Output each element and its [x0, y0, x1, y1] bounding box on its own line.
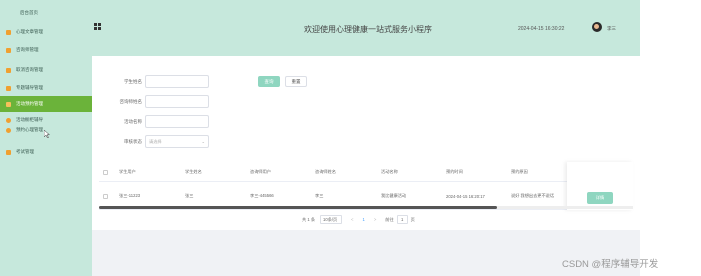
avatar[interactable]	[592, 22, 602, 32]
activity-name-input[interactable]	[145, 115, 209, 128]
mouse-cursor-icon	[44, 130, 50, 138]
student-name-input[interactable]	[145, 75, 209, 88]
menu-grid-icon[interactable]	[94, 23, 101, 30]
current-datetime: 2024-04-15 16:30:22	[518, 26, 565, 32]
column-header: 学生用户	[119, 169, 136, 174]
consultant-name-label: 咨询师姓名	[119, 99, 143, 104]
sidebar-item-exams[interactable]: 考试管理	[0, 144, 92, 160]
topic-icon	[6, 85, 11, 91]
select-all-checkbox[interactable]	[103, 162, 108, 182]
sidebar-item-label: 专题辅导管理	[16, 85, 43, 90]
scrollbar-thumb[interactable]	[99, 206, 497, 209]
sidebar-item-label: 活动预约管理	[16, 101, 43, 106]
sidebar-home[interactable]: 后台首页	[20, 10, 38, 16]
prev-page-button[interactable]: <	[351, 217, 353, 222]
jump-label: 前往	[385, 216, 394, 222]
chevron-down-icon: ⌄	[201, 139, 205, 144]
column-header: 咨询师姓名	[315, 169, 336, 174]
content-card: 学生姓名 咨询师姓名 活动名称 审核状态 请选择 ⌄ 查询 重置 学生用户 学生…	[92, 56, 640, 230]
pagination: 共 1 条 10条/页 < 1 > 前往 1 页	[302, 215, 415, 224]
pager-total: 共 1 条	[302, 216, 316, 222]
sidebar-item-cancel-consult[interactable]: 取消咨询管理	[0, 62, 92, 78]
consultant-icon	[6, 47, 11, 53]
page-size-select[interactable]: 10条/页	[320, 215, 343, 224]
sidebar: 后台首页 心理文章管理 咨询师管理 取消咨询管理 专题辅导管理 活动预约管理 活…	[0, 0, 92, 276]
cancel-icon	[6, 67, 11, 73]
column-header: 预约原因	[511, 169, 528, 174]
jump-page-input[interactable]: 1	[396, 215, 408, 224]
sidebar-item-consultants[interactable]: 咨询师管理	[0, 42, 92, 58]
horizontal-scrollbar[interactable]	[99, 206, 633, 209]
consultant-name-input[interactable]	[145, 95, 209, 108]
sidebar-item-label: 咨询师管理	[16, 47, 39, 52]
sidebar-item-topics[interactable]: 专题辅导管理	[0, 80, 92, 96]
app-frame: 后台首页 心理文章管理 咨询师管理 取消咨询管理 专题辅导管理 活动预约管理 活…	[0, 0, 640, 276]
sidebar-subitem-activity[interactable]: 活动橱柜辅导	[6, 117, 43, 123]
current-page-number[interactable]: 1	[362, 217, 364, 222]
student-name-label: 学生姓名	[124, 79, 142, 84]
table-header-row: 学生用户 学生姓名 咨询师用户 咨询师姓名 活动名称 预约时间 预约原因 操作	[99, 162, 633, 182]
review-status-select[interactable]: 请选择 ⌄	[145, 135, 209, 148]
jump-unit: 页	[410, 216, 415, 222]
username[interactable]: 李三	[607, 26, 616, 32]
activity-name-label: 活动名称	[124, 119, 142, 124]
data-table: 学生用户 学生姓名 咨询师用户 咨询师姓名 活动名称 预约时间 预约原因 操作 …	[99, 162, 633, 210]
sidebar-item-label: 考试管理	[16, 149, 34, 154]
review-status-label: 审核状态	[124, 139, 142, 144]
page-title: 欢迎使用心理健康一站式服务小程序	[304, 25, 432, 34]
sidebar-item-label: 心理文章管理	[16, 29, 43, 34]
reset-button[interactable]: 重置	[285, 76, 307, 87]
article-icon	[6, 29, 11, 35]
search-button[interactable]: 查询	[258, 76, 280, 87]
sidebar-subitem-appointment[interactable]: 预约心理管理	[6, 127, 43, 133]
sidebar-item-label: 取消咨询管理	[16, 67, 43, 72]
dot-icon	[6, 127, 11, 133]
top-header: 欢迎使用心理健康一站式服务小程序 2024-04-15 16:30:22 李三	[92, 0, 640, 56]
column-header: 预约时间	[446, 169, 463, 174]
column-header: 学生姓名	[185, 169, 202, 174]
next-page-button[interactable]: >	[374, 217, 376, 222]
detail-button[interactable]: 详情	[587, 192, 613, 204]
booking-icon	[6, 101, 11, 107]
page-margin	[640, 0, 701, 276]
sidebar-item-activity-booking[interactable]: 活动预约管理	[0, 96, 92, 112]
dot-icon	[6, 117, 11, 123]
watermark: CSDN @程序辅导开发	[562, 259, 659, 270]
fixed-operation-column: 详情	[567, 162, 633, 210]
exam-icon	[6, 149, 11, 155]
sidebar-item-articles[interactable]: 心理文章管理	[0, 24, 92, 40]
column-header: 咨询师用户	[250, 169, 271, 174]
column-header: 活动名称	[381, 169, 398, 174]
